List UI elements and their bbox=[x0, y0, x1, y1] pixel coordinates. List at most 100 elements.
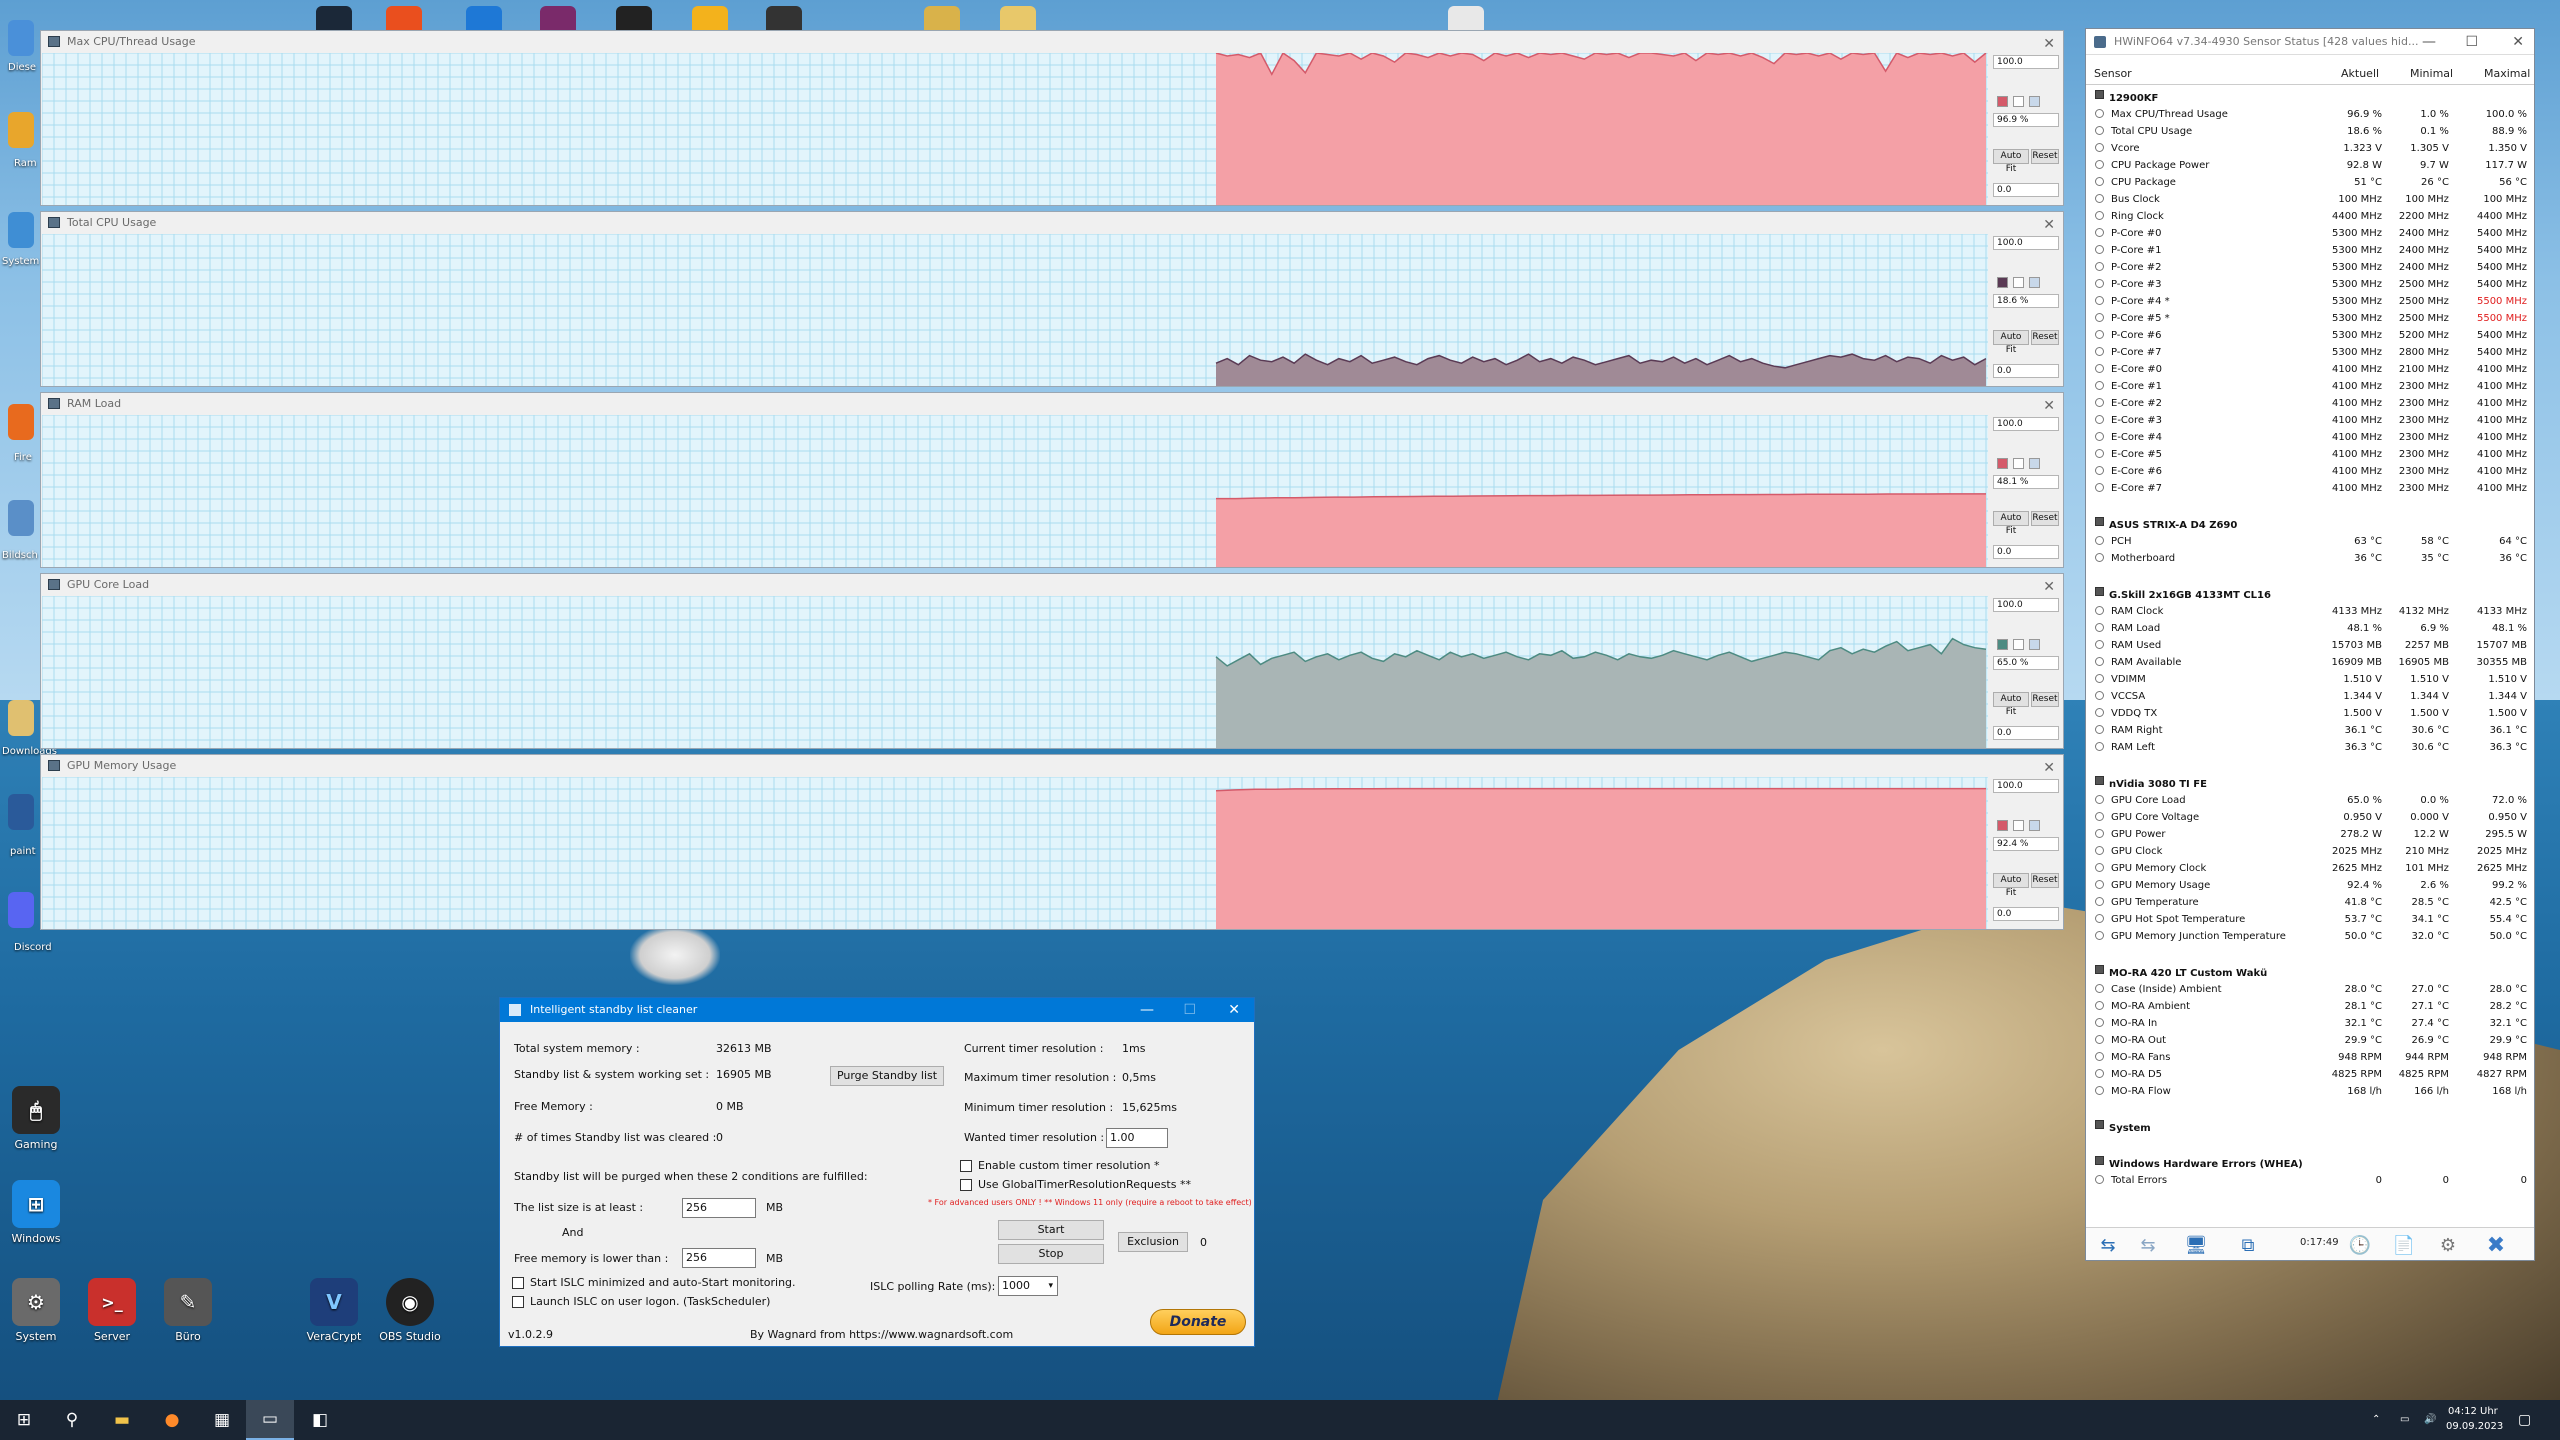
graph-toggle-square[interactable] bbox=[2029, 96, 2040, 107]
sensor-row[interactable]: RAM Used 15703 MB 2257 MB 15707 MB bbox=[2091, 637, 2531, 654]
sensor-row[interactable]: E-Core #0 4100 MHz 2100 MHz 4100 MHz bbox=[2091, 361, 2531, 378]
auto-fit-button[interactable]: Auto Fit bbox=[1993, 873, 2029, 898]
calculator-icon[interactable]: ▦ bbox=[198, 1400, 246, 1440]
graph-color-swatch[interactable] bbox=[1997, 458, 2008, 469]
sensor-row[interactable]: RAM Right 36.1 °C 30.6 °C 36.1 °C bbox=[2091, 722, 2531, 739]
sensor-group-row[interactable]: 12900KF bbox=[2091, 87, 2531, 106]
sensor-row[interactable]: VCCSA 1.344 V 1.344 V 1.344 V bbox=[2091, 688, 2531, 705]
sensor-row[interactable]: Bus Clock 100 MHz 100 MHz 100 MHz bbox=[2091, 191, 2531, 208]
column-current[interactable]: Aktuell bbox=[2341, 67, 2379, 80]
donate-button[interactable]: Donate bbox=[1150, 1309, 1246, 1335]
close-icon[interactable]: ✕ bbox=[2043, 214, 2055, 236]
sensor-row[interactable]: MO-RA Ambient 28.1 °C 27.1 °C 28.2 °C bbox=[2091, 998, 2531, 1015]
desktop-icon-buero[interactable]: ✎ Büro bbox=[156, 1278, 220, 1343]
sensor-row[interactable]: Total Errors 0 0 0 bbox=[2091, 1172, 2531, 1189]
sensor-row[interactable]: E-Core #6 4100 MHz 2300 MHz 4100 MHz bbox=[2091, 463, 2531, 480]
maximize-icon[interactable]: ☐ bbox=[1183, 998, 1196, 1022]
sensor-row[interactable]: E-Core #2 4100 MHz 2300 MHz 4100 MHz bbox=[2091, 395, 2531, 412]
reset-button[interactable]: Reset bbox=[2031, 330, 2059, 345]
left-edge-icon[interactable] bbox=[8, 404, 34, 440]
sensor-row[interactable]: MO-RA Flow 168 l/h 166 l/h 168 l/h bbox=[2091, 1083, 2531, 1100]
minimize-icon[interactable]: — bbox=[1140, 998, 1154, 1022]
reset-button[interactable]: Reset bbox=[2031, 692, 2059, 707]
desktop-icon-server[interactable]: >_ Server bbox=[80, 1278, 144, 1343]
reset-button[interactable]: Reset bbox=[2031, 511, 2059, 526]
graph-color-swatch[interactable] bbox=[1997, 639, 2008, 650]
close-icon[interactable]: ✕ bbox=[2043, 33, 2055, 55]
layout-icon[interactable]: ⧉ bbox=[2230, 1232, 2266, 1258]
sensor-group-row[interactable]: MO-RA 420 LT Custom Wakü bbox=[2091, 962, 2531, 981]
purge-standby-button[interactable]: Purge Standby list bbox=[830, 1066, 944, 1086]
hwinfo-titlebar[interactable]: HWiNFO64 v7.34-4930 Sensor Status [428 v… bbox=[2086, 29, 2534, 55]
wanted-timer-input[interactable]: 1.00 bbox=[1106, 1128, 1168, 1148]
graph-toggle-square[interactable] bbox=[2013, 820, 2024, 831]
sensor-row[interactable]: RAM Load 48.1 % 6.9 % 48.1 % bbox=[2091, 620, 2531, 637]
free-lower-input[interactable]: 256 bbox=[682, 1248, 756, 1268]
close-icon[interactable]: ✕ bbox=[2512, 29, 2524, 55]
sensor-group-row[interactable]: nVidia 3080 TI FE bbox=[2091, 773, 2531, 792]
close-icon[interactable]: ✕ bbox=[2043, 576, 2055, 598]
desktop-icon-windows[interactable]: ⊞ Windows bbox=[4, 1180, 68, 1245]
graph-toggle-square[interactable] bbox=[2029, 639, 2040, 650]
sensor-row[interactable]: GPU Hot Spot Temperature 53.7 °C 34.1 °C 55… bbox=[2091, 911, 2531, 928]
tray-chevron-icon[interactable]: ⌃ bbox=[2372, 1414, 2380, 1425]
column-sensor[interactable]: Sensor bbox=[2094, 67, 2132, 80]
sensor-row[interactable]: MO-RA D5 4825 RPM 4825 RPM 4827 RPM bbox=[2091, 1066, 2531, 1083]
sensor-row[interactable]: E-Core #7 4100 MHz 2300 MHz 4100 MHz bbox=[2091, 480, 2531, 497]
left-edge-icon[interactable] bbox=[8, 112, 34, 148]
close-icon[interactable]: ✕ bbox=[2043, 395, 2055, 417]
use-global-timer-checkbox[interactable] bbox=[960, 1179, 972, 1191]
enable-custom-timer-checkbox[interactable] bbox=[960, 1160, 972, 1172]
speaker-icon[interactable]: 🔊 bbox=[2424, 1414, 2436, 1425]
auto-fit-button[interactable]: Auto Fit bbox=[1993, 330, 2029, 355]
graph-toggle-square[interactable] bbox=[2029, 458, 2040, 469]
column-max[interactable]: Maximal bbox=[2484, 67, 2530, 80]
start-windows-icon[interactable]: ⊞ bbox=[0, 1400, 48, 1440]
notification-icon[interactable]: ▢ bbox=[2518, 1412, 2531, 1428]
desktop-icon-system[interactable]: ⚙ System bbox=[4, 1278, 68, 1343]
graph-color-swatch[interactable] bbox=[1997, 820, 2008, 831]
auto-fit-button[interactable]: Auto Fit bbox=[1993, 149, 2029, 174]
settings-gear-icon[interactable]: ⚙ bbox=[2430, 1232, 2466, 1258]
left-edge-icon[interactable] bbox=[8, 20, 34, 56]
sensor-row[interactable]: MO-RA Fans 948 RPM 944 RPM 948 RPM bbox=[2091, 1049, 2531, 1066]
search-icon[interactable]: ⚲ bbox=[48, 1400, 96, 1440]
author-text[interactable]: By Wagnard from https://www.wagnardsoft.… bbox=[750, 1328, 1013, 1341]
firefox-icon[interactable]: ● bbox=[148, 1400, 196, 1440]
list-size-input[interactable]: 256 bbox=[682, 1198, 756, 1218]
sensor-row[interactable]: Max CPU/Thread Usage 96.9 % 1.0 % 100.0 % bbox=[2091, 106, 2531, 123]
left-edge-icon[interactable] bbox=[8, 500, 34, 536]
sensor-group-row[interactable]: ASUS STRIX-A D4 Z690 bbox=[2091, 514, 2531, 533]
clock-date[interactable]: 09.09.2023 bbox=[2446, 1421, 2503, 1432]
launch-logon-checkbox[interactable] bbox=[512, 1296, 524, 1308]
sensor-row[interactable]: P-Core #3 5300 MHz 2500 MHz 5400 MHz bbox=[2091, 276, 2531, 293]
sensor-row[interactable]: P-Core #7 5300 MHz 2800 MHz 5400 MHz bbox=[2091, 344, 2531, 361]
sensor-row[interactable]: E-Core #3 4100 MHz 2300 MHz 4100 MHz bbox=[2091, 412, 2531, 429]
sensor-row[interactable]: GPU Memory Clock 2625 MHz 101 MHz 2625 MHz bbox=[2091, 860, 2531, 877]
reset-button[interactable]: Reset bbox=[2031, 873, 2059, 888]
reset-button[interactable]: Reset bbox=[2031, 149, 2059, 164]
sensor-row[interactable]: RAM Available 16909 MB 16905 MB 30355 MB bbox=[2091, 654, 2531, 671]
add-report-icon[interactable]: 📄 bbox=[2386, 1232, 2422, 1258]
sensor-row[interactable]: GPU Memory Usage 92.4 % 2.6 % 99.2 % bbox=[2091, 877, 2531, 894]
graph-toggle-square[interactable] bbox=[2013, 458, 2024, 469]
sensor-row[interactable]: Motherboard 36 °C 35 °C 36 °C bbox=[2091, 550, 2531, 567]
sensor-row[interactable]: P-Core #0 5300 MHz 2400 MHz 5400 MHz bbox=[2091, 225, 2531, 242]
sensor-group-row[interactable]: Windows Hardware Errors (WHEA) bbox=[2091, 1153, 2531, 1172]
sensor-row[interactable]: GPU Core Voltage 0.950 V 0.000 V 0.950 V bbox=[2091, 809, 2531, 826]
left-edge-icon[interactable] bbox=[8, 212, 34, 248]
sensor-row[interactable]: P-Core #5 * 5300 MHz 2500 MHz 5500 MHz bbox=[2091, 310, 2531, 327]
sensor-row[interactable]: GPU Temperature 41.8 °C 28.5 °C 42.5 °C bbox=[2091, 894, 2531, 911]
sensor-row[interactable]: Ring Clock 4400 MHz 2200 MHz 4400 MHz bbox=[2091, 208, 2531, 225]
clock-time[interactable]: 04:12 Uhr bbox=[2448, 1406, 2498, 1417]
auto-fit-button[interactable]: Auto Fit bbox=[1993, 511, 2029, 536]
network-monitor-icon[interactable]: 🖥 bbox=[2178, 1232, 2214, 1258]
graph-titlebar[interactable]: GPU Core Load ✕ bbox=[41, 574, 2063, 596]
exclusion-button[interactable]: Exclusion bbox=[1118, 1232, 1188, 1252]
sensor-row[interactable]: P-Core #1 5300 MHz 2400 MHz 5400 MHz bbox=[2091, 242, 2531, 259]
sensor-row[interactable]: E-Core #1 4100 MHz 2300 MHz 4100 MHz bbox=[2091, 378, 2531, 395]
graph-color-swatch[interactable] bbox=[1997, 277, 2008, 288]
left-edge-icon[interactable] bbox=[8, 700, 34, 736]
auto-fit-button[interactable]: Auto Fit bbox=[1993, 692, 2029, 717]
polling-rate-select[interactable]: 1000 ▾ bbox=[998, 1276, 1058, 1296]
